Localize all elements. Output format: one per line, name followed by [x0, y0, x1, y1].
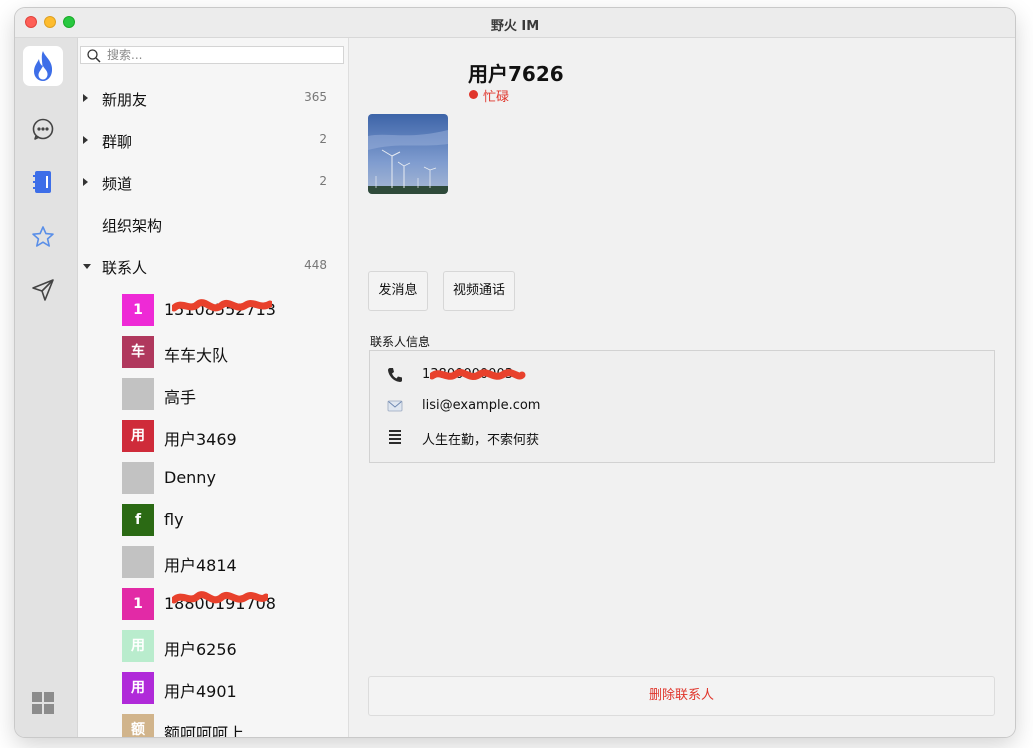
group-organization[interactable]: 组织架构: [78, 208, 348, 242]
contact-name: 用户4901: [164, 682, 237, 701]
avatar: 额: [122, 714, 154, 737]
avatar: 车: [122, 336, 154, 368]
email-row[interactable]: lisi@example.com: [386, 395, 976, 417]
expand-arrow-icon: [83, 136, 88, 144]
contact-row[interactable]: 额 额呵呵呵上: [78, 714, 348, 737]
contact-name: fly: [164, 510, 184, 529]
flame-icon[interactable]: [23, 46, 63, 86]
send-message-button[interactable]: 发消息: [368, 271, 428, 311]
contact-row[interactable]: f fly: [78, 504, 348, 546]
list-lines-icon: [389, 430, 401, 444]
group-count: 2: [319, 174, 327, 188]
contact-row[interactable]: 车 车车大队: [78, 336, 348, 378]
contact-name: 用户3469: [164, 430, 237, 449]
avatar: [122, 462, 154, 494]
contact-display-name: 用户7626: [468, 62, 564, 86]
avatar: 用: [122, 672, 154, 704]
contact-name: 用户4814: [164, 556, 237, 575]
contact-row[interactable]: 用 用户6256: [78, 630, 348, 672]
nav-rail: [15, 38, 78, 737]
contact-name: 高手: [164, 388, 197, 407]
status-dot-icon: [469, 90, 478, 99]
group-group-chats[interactable]: 群聊 2: [78, 124, 348, 158]
contact-list-panel: 新朋友 365 群聊 2 频道 2 组织架构 联系人 448 1 1510855…: [78, 38, 349, 737]
group-count: 2: [319, 132, 327, 146]
star-icon[interactable]: [31, 225, 55, 249]
group-label: 联系人: [102, 259, 148, 277]
contact-photo[interactable]: [368, 114, 448, 194]
contact-name: 额呵呵呵上: [164, 724, 245, 737]
email-value: lisi@example.com: [422, 398, 541, 413]
group-label: 组织架构: [102, 217, 163, 235]
group-new-friends[interactable]: 新朋友 365: [78, 82, 348, 116]
expand-arrow-icon: [83, 94, 88, 102]
contact-row[interactable]: 1 18800191708: [78, 588, 348, 630]
contact-row[interactable]: 用 用户4901: [78, 672, 348, 714]
title-bar: 野火 IM: [15, 8, 1015, 38]
avatar: [122, 546, 154, 578]
contact-detail-pane: 用户7626 忙碌 发消息 视频通话 联系人信息 13800000003 lis…: [349, 38, 1015, 737]
phone-row[interactable]: 13800000003: [386, 364, 976, 386]
group-contacts[interactable]: 联系人 448: [78, 250, 348, 284]
avatar: f: [122, 504, 154, 536]
grid-icon[interactable]: [31, 691, 55, 715]
group-count: 365: [304, 90, 327, 104]
window-title: 野火 IM: [490, 19, 540, 34]
contact-name: 车车大队: [164, 346, 229, 365]
expand-arrow-icon: [83, 178, 88, 186]
contact-name: 用户6256: [164, 640, 237, 659]
contact-row[interactable]: 用 用户3469: [78, 420, 348, 462]
contact-info-box: 13800000003 lisi@example.com 人生在勤，不索何获: [369, 350, 995, 463]
info-section-title: 联系人信息: [370, 335, 431, 349]
avatar: 1: [122, 294, 154, 326]
status-text: 忙碌: [483, 90, 510, 105]
redaction-scribble: [430, 369, 526, 380]
contact-row[interactable]: 1 15108552713: [78, 294, 348, 336]
group-count: 448: [304, 258, 327, 272]
redaction-scribble: [172, 299, 272, 312]
video-call-button[interactable]: 视频通话: [443, 271, 515, 311]
mail-icon: [387, 400, 403, 412]
avatar: [122, 378, 154, 410]
search-input[interactable]: [107, 47, 337, 63]
avatar: 用: [122, 420, 154, 452]
send-icon[interactable]: [31, 278, 55, 302]
contact-row[interactable]: Denny: [78, 462, 348, 504]
app-window: 野火 IM 搜索... 新朋友 365 群聊 2 频道 2 组织架构 联系人 4…: [15, 8, 1015, 737]
signature-value: 人生在勤，不索何获: [422, 433, 540, 448]
delete-contact-button[interactable]: 删除联系人: [368, 676, 995, 716]
group-label: 频道: [102, 175, 133, 193]
contact-row[interactable]: 用户4814: [78, 546, 348, 588]
contacts-book-icon[interactable]: [31, 170, 55, 194]
group-label: 群聊: [102, 133, 133, 151]
avatar: 用: [122, 630, 154, 662]
signature-row[interactable]: 人生在勤，不索何获: [386, 426, 976, 448]
group-channels[interactable]: 频道 2: [78, 166, 348, 200]
contact-row[interactable]: 高手: [78, 378, 348, 420]
search-icon: [87, 49, 101, 63]
phone-icon: [388, 368, 402, 382]
search-box[interactable]: [80, 46, 344, 64]
redaction-scribble: [172, 591, 268, 604]
chat-bubble-icon[interactable]: [31, 117, 55, 141]
contact-name: Denny: [164, 468, 216, 487]
group-label: 新朋友: [102, 91, 148, 109]
collapse-arrow-icon: [83, 264, 91, 269]
avatar: 1: [122, 588, 154, 620]
